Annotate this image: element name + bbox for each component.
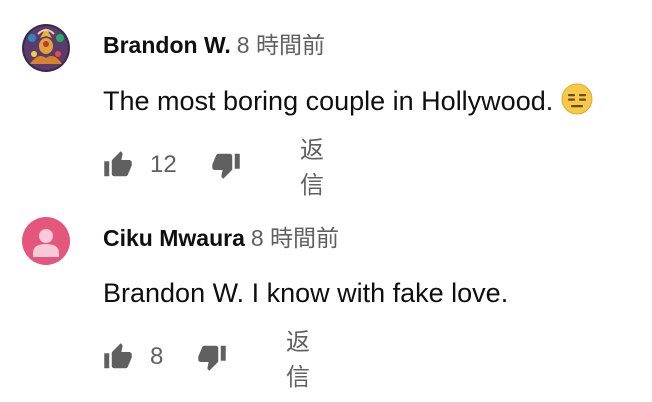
thumbs-up-icon	[104, 151, 132, 177]
thumbs-up-icon	[104, 343, 132, 369]
comment-text: Brandon W. I know with fake love.	[103, 276, 508, 310]
author-name[interactable]: Brandon W.	[103, 32, 231, 58]
reply-label: 返信	[300, 137, 324, 199]
like-button[interactable]	[103, 341, 133, 373]
comment-header: Ciku Mwaura 8 時間前	[103, 224, 339, 252]
like-count-value: 12	[150, 151, 177, 178]
comment-body: The most boring couple in Hollywood.	[103, 86, 554, 116]
like-count-value: 8	[150, 343, 164, 370]
reply-label: 返信	[286, 329, 310, 391]
timestamp[interactable]: 8 時間前	[251, 225, 339, 251]
thumbs-down-icon	[212, 153, 240, 179]
reply-button[interactable]: 返信	[300, 137, 324, 199]
like-count: 8	[150, 341, 163, 373]
avatar[interactable]	[22, 24, 70, 72]
reply-button[interactable]: 返信	[286, 329, 310, 391]
thumbs-down-icon	[198, 345, 226, 371]
dislike-button[interactable]	[211, 149, 241, 181]
expressionless-face-icon	[561, 83, 593, 123]
comment-text: The most boring couple in Hollywood.	[103, 83, 593, 123]
comment-header: Brandon W. 8 時間前	[103, 31, 325, 59]
patterned-image-avatar-icon	[22, 24, 70, 72]
like-button[interactable]	[103, 149, 133, 181]
like-count: 12	[150, 149, 177, 181]
default-person-avatar-icon	[22, 217, 70, 265]
dislike-button[interactable]	[197, 341, 227, 373]
comment-body: Brandon W. I know with fake love.	[103, 278, 509, 308]
avatar[interactable]	[22, 217, 70, 265]
timestamp[interactable]: 8 時間前	[237, 32, 325, 58]
author-name[interactable]: Ciku Mwaura	[103, 225, 245, 251]
